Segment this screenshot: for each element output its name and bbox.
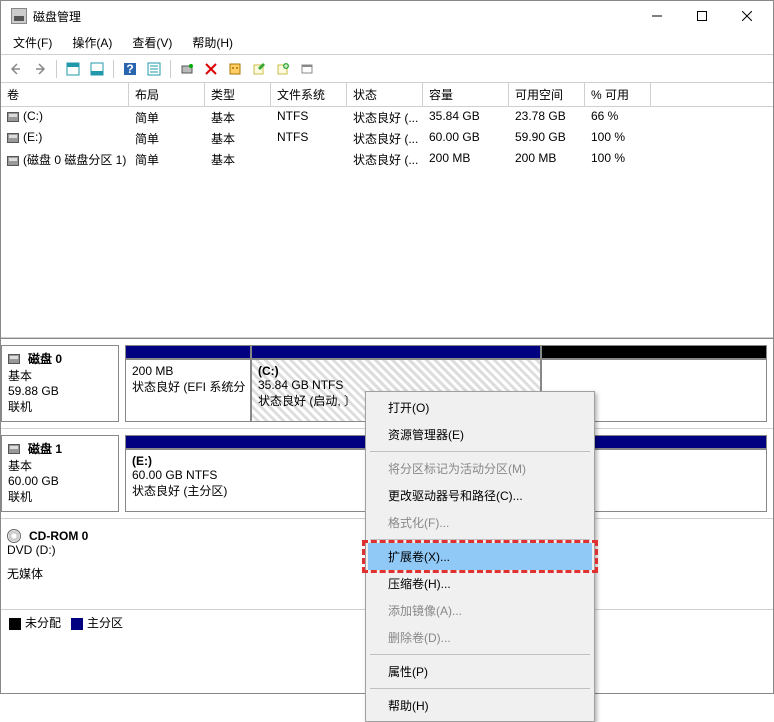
- volume-icon: [7, 112, 19, 122]
- app-icon: [11, 8, 27, 24]
- menu-view[interactable]: 查看(V): [128, 32, 176, 53]
- back-button[interactable]: [5, 58, 27, 80]
- disk-header[interactable]: 磁盘 0 基本 59.88 GB 联机: [1, 345, 119, 422]
- menubar: 文件(F) 操作(A) 查看(V) 帮助(H): [1, 31, 773, 55]
- col-free[interactable]: 可用空间: [509, 83, 585, 106]
- action1-button[interactable]: [248, 58, 270, 80]
- partition-stripe: [251, 345, 541, 359]
- table-row[interactable]: (C:) 简单 基本 NTFS 状态良好 (... 35.84 GB 23.78…: [1, 107, 773, 128]
- col-capacity[interactable]: 容量: [423, 83, 509, 106]
- disk-header[interactable]: CD-ROM 0 DVD (D:) 无媒体: [1, 525, 119, 603]
- window-title: 磁盘管理: [33, 8, 634, 25]
- action2-button[interactable]: [272, 58, 294, 80]
- volume-icon: [7, 156, 19, 166]
- view-top-button[interactable]: [62, 58, 84, 80]
- maximize-button[interactable]: [679, 1, 724, 31]
- col-type[interactable]: 类型: [205, 83, 271, 106]
- ctx-mark-active: 将分区标记为活动分区(M): [368, 455, 592, 482]
- toolbar: ?: [1, 55, 773, 83]
- ctx-open[interactable]: 打开(O): [368, 394, 592, 421]
- menu-file[interactable]: 文件(F): [9, 32, 56, 53]
- help-button[interactable]: ?: [119, 58, 141, 80]
- ctx-shrink[interactable]: 压缩卷(H)...: [368, 570, 592, 597]
- minimize-button[interactable]: [634, 1, 679, 31]
- partition-stripe: [125, 345, 251, 359]
- volume-table: 卷 布局 类型 文件系统 状态 容量 可用空间 % 可用 (C:) 简单 基本 …: [1, 83, 773, 338]
- ctx-change-letter[interactable]: 更改驱动器号和路径(C)...: [368, 482, 592, 509]
- col-volume[interactable]: 卷: [1, 83, 129, 106]
- disk-icon: [8, 444, 20, 454]
- ctx-format: 格式化(F)...: [368, 509, 592, 536]
- list-button[interactable]: [143, 58, 165, 80]
- col-fs[interactable]: 文件系统: [271, 83, 347, 106]
- disk-icon: [8, 354, 20, 364]
- forward-button[interactable]: [29, 58, 51, 80]
- col-pct[interactable]: % 可用: [585, 83, 651, 106]
- swatch-primary: [71, 618, 83, 630]
- cdrom-icon: [7, 529, 21, 543]
- ctx-add-mirror: 添加镜像(A)...: [368, 597, 592, 624]
- table-row[interactable]: (E:) 简单 基本 NTFS 状态良好 (... 60.00 GB 59.90…: [1, 128, 773, 149]
- unallocated-stripe: [541, 345, 767, 359]
- ctx-delete: 删除卷(D)...: [368, 624, 592, 651]
- ctx-extend[interactable]: 扩展卷(X)...: [368, 543, 592, 570]
- delete-button[interactable]: [200, 58, 222, 80]
- table-row[interactable]: (磁盘 0 磁盘分区 1) 简单 基本 状态良好 (... 200 MB 200…: [1, 149, 773, 170]
- close-button[interactable]: [724, 1, 769, 31]
- properties-button[interactable]: [224, 58, 246, 80]
- titlebar: 磁盘管理: [1, 1, 773, 31]
- menu-help[interactable]: 帮助(H): [188, 32, 237, 53]
- table-header: 卷 布局 类型 文件系统 状态 容量 可用空间 % 可用: [1, 83, 773, 107]
- ctx-help[interactable]: 帮助(H): [368, 692, 592, 719]
- ctx-explorer[interactable]: 资源管理器(E): [368, 421, 592, 448]
- refresh-button[interactable]: [176, 58, 198, 80]
- col-status[interactable]: 状态: [347, 83, 423, 106]
- svg-text:?: ?: [126, 62, 133, 76]
- view-bottom-button[interactable]: [86, 58, 108, 80]
- swatch-unallocated: [9, 618, 21, 630]
- disk-header[interactable]: 磁盘 1 基本 60.00 GB 联机: [1, 435, 119, 512]
- window-button[interactable]: [296, 58, 318, 80]
- volume-icon: [7, 133, 19, 143]
- col-layout[interactable]: 布局: [129, 83, 205, 106]
- context-menu: 打开(O) 资源管理器(E) 将分区标记为活动分区(M) 更改驱动器号和路径(C…: [365, 391, 595, 722]
- partition-box[interactable]: 200 MB 状态良好 (EFI 系统分: [125, 359, 251, 422]
- ctx-properties[interactable]: 属性(P): [368, 658, 592, 685]
- menu-action[interactable]: 操作(A): [68, 32, 116, 53]
